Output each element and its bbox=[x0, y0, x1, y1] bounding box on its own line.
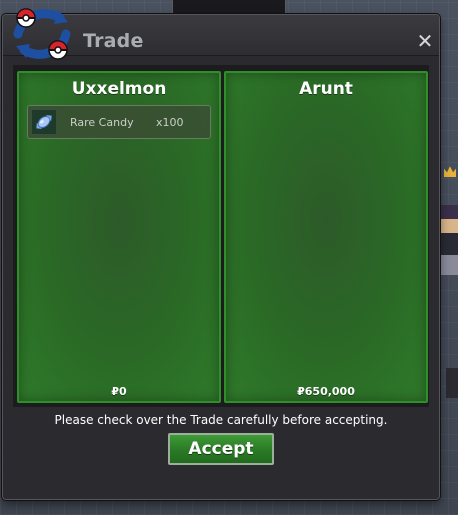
item-name: Rare Candy bbox=[70, 116, 134, 129]
crown-icon bbox=[444, 166, 456, 177]
background-player-sprite bbox=[440, 165, 458, 275]
item-quantity: x100 bbox=[156, 116, 184, 129]
money-offer: ₽0 bbox=[111, 385, 127, 398]
trade-item-slot[interactable]: Rare Candy x100 bbox=[27, 105, 211, 139]
money-offer: ₽650,000 bbox=[297, 385, 355, 398]
player-sprite bbox=[440, 205, 458, 275]
close-button[interactable]: ✕ bbox=[415, 31, 435, 51]
player-name: Uxxelmon bbox=[71, 79, 167, 99]
accept-button[interactable]: Accept bbox=[168, 433, 274, 465]
trade-panel-uxxelmon: Uxxelmon Rare Candy x100 ₽0 bbox=[17, 71, 221, 403]
trade-window: Trade ✕ Uxxelmon Rare Candy x100 ₽0 Arun… bbox=[2, 14, 440, 500]
rare-candy-icon bbox=[31, 109, 57, 135]
trade-panel-arunt: Arunt ₽650,000 bbox=[224, 71, 428, 403]
window-title: Trade bbox=[83, 30, 144, 52]
trade-notice: Please check over the Trade carefully be… bbox=[54, 413, 388, 427]
player-name: Arunt bbox=[299, 79, 353, 99]
background-edge bbox=[446, 368, 458, 398]
trade-pokeball-logo-icon bbox=[13, 8, 71, 60]
